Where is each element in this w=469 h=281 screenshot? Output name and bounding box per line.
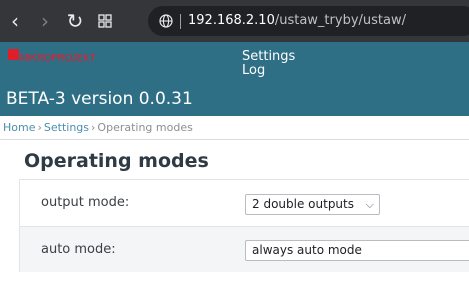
tab-search-button[interactable] bbox=[94, 9, 116, 33]
auto-mode-select[interactable]: always auto mode bbox=[245, 240, 469, 261]
browser-toolbar: ‹ › ↻ 192.168.2.10/ustaw_tryby/ustaw/ bbox=[0, 0, 469, 42]
page-title: Operating modes bbox=[24, 150, 209, 172]
version-title: BETA-3 version 0.0.31 bbox=[6, 89, 193, 109]
auto-mode-label: auto mode: bbox=[41, 242, 116, 257]
menu-item-log[interactable]: Log bbox=[242, 64, 295, 78]
url-text[interactable]: 192.168.2.10/ustaw_tryby/ustaw/ bbox=[188, 12, 406, 30]
breadcrumb-settings[interactable]: Settings bbox=[44, 121, 89, 134]
grid-icon bbox=[98, 14, 112, 28]
breadcrumb-current: Operating modes bbox=[97, 121, 193, 134]
chevron-down-icon: ⌵ bbox=[365, 198, 374, 211]
url-host: 192.168.2.10 bbox=[188, 13, 275, 28]
logo-mark bbox=[8, 49, 19, 60]
setting-row-output-mode: output mode: 2 double outputs ⌵ bbox=[20, 180, 469, 226]
back-button[interactable]: ‹ bbox=[4, 9, 26, 33]
menu-item-settings[interactable]: Settings bbox=[242, 50, 295, 64]
setting-row-auto-mode: auto mode: always auto mode bbox=[20, 226, 469, 272]
address-separator bbox=[180, 14, 181, 29]
output-mode-select[interactable]: 2 double outputs ⌵ bbox=[245, 194, 380, 215]
breadcrumb-separator: › bbox=[37, 121, 42, 134]
page: ‹ › ↻ 192.168.2.10/ustaw_tryby/ustaw/ MI… bbox=[0, 0, 469, 281]
globe-icon[interactable] bbox=[159, 14, 173, 28]
settings-table: output mode: 2 double outputs ⌵ auto mod… bbox=[19, 179, 469, 272]
reload-button[interactable]: ↻ bbox=[64, 9, 86, 33]
auto-mode-value: always auto mode bbox=[252, 243, 362, 257]
output-mode-label: output mode: bbox=[41, 195, 130, 210]
breadcrumb-divider bbox=[0, 139, 469, 140]
logo-text: MIKROPROJEKT bbox=[20, 53, 96, 64]
breadcrumb: Home › Settings › Operating modes bbox=[3, 121, 193, 135]
chevron-right-icon: › bbox=[41, 9, 49, 33]
url-path: /ustaw_tryby/ustaw/ bbox=[274, 13, 406, 28]
chevron-left-icon: ‹ bbox=[11, 9, 19, 33]
forward-button[interactable]: › bbox=[34, 9, 56, 33]
breadcrumb-home[interactable]: Home bbox=[3, 121, 35, 134]
reload-icon: ↻ bbox=[66, 9, 84, 33]
address-bar[interactable]: 192.168.2.10/ustaw_tryby/ustaw/ bbox=[148, 6, 469, 36]
output-mode-value: 2 double outputs bbox=[252, 197, 354, 211]
top-menu: Settings Log bbox=[242, 50, 295, 78]
